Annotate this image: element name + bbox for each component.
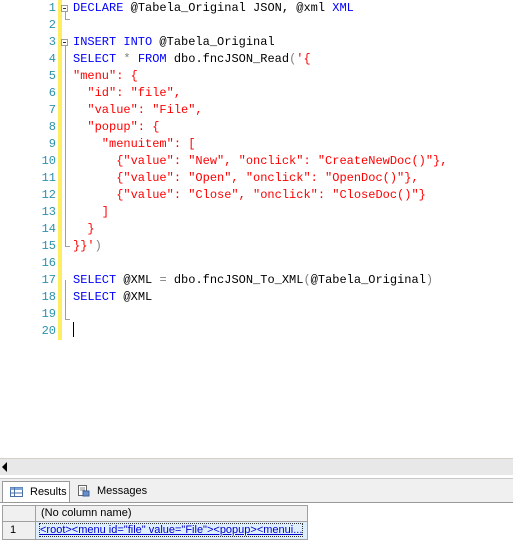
code-line: SELECT @XML = dbo.fncJSON_To_XML(@Tabela… xyxy=(73,272,433,289)
code-line: SELECT @XML xyxy=(73,289,152,306)
string-literal: '{ xyxy=(296,52,311,66)
operator: ( xyxy=(303,273,311,287)
column-header[interactable]: (No column name) xyxy=(36,505,308,522)
collapse-icon[interactable] xyxy=(61,39,68,46)
outline-line xyxy=(65,46,66,246)
code-text: @XML xyxy=(116,290,153,304)
line-number: 5 xyxy=(48,69,56,83)
line-number: 4 xyxy=(48,52,56,66)
line-number-gutter: 1 2 3 4 5 6 7 8 9 10 11 12 13 14 15 16 1… xyxy=(0,0,58,458)
code-line: }}') xyxy=(73,238,102,255)
grid-icon xyxy=(10,487,23,497)
code-text: @Tabela_Original xyxy=(152,35,275,49)
collapse-icon[interactable] xyxy=(61,5,68,12)
line-number: 18 xyxy=(41,290,56,304)
line-number: 12 xyxy=(41,188,56,202)
outline-end xyxy=(65,319,70,320)
line-number: 15 xyxy=(41,239,56,253)
line-number: 11 xyxy=(41,171,56,185)
code-text: @Tabela_Original JSON, @xml xyxy=(123,1,333,15)
keyword: SELECT xyxy=(73,290,117,304)
keyword: SELECT xyxy=(73,273,117,287)
code-line: INSERT INTO @Tabela_Original xyxy=(73,34,275,51)
string-line: "id": "file", xyxy=(73,86,182,100)
messages-icon xyxy=(78,485,90,497)
string-line: } xyxy=(73,222,95,236)
change-margin xyxy=(58,0,62,340)
code-text: @XML xyxy=(116,273,160,287)
tab-results[interactable]: Results xyxy=(2,481,70,502)
string-line: {"value": "New", "onclick": "CreateNewDo… xyxy=(73,154,448,168)
keyword: INSERT INTO xyxy=(73,35,153,49)
line-number: 3 xyxy=(48,35,56,49)
keyword: SELECT xyxy=(73,52,117,66)
line-number: 6 xyxy=(48,86,56,100)
line-number: 16 xyxy=(41,256,56,270)
code-line: DECLARE @Tabela_Original JSON, @xml XML xyxy=(73,0,354,17)
line-number: 13 xyxy=(41,205,56,219)
string-line: "value": "File", xyxy=(73,103,203,117)
line-number: 17 xyxy=(41,273,56,287)
sql-editor[interactable]: 1 2 3 4 5 6 7 8 9 10 11 12 13 14 15 16 1… xyxy=(0,0,513,458)
outline-end xyxy=(65,246,70,247)
keyword: FROM xyxy=(137,52,167,66)
scroll-left-icon[interactable] xyxy=(2,462,7,472)
operator: = xyxy=(159,273,167,287)
line-number: 2 xyxy=(48,18,56,32)
string-line: {"value": "Close", "onclick": "CloseDoc(… xyxy=(73,188,426,202)
tab-label: Messages xyxy=(97,485,148,497)
operator: * xyxy=(116,52,138,66)
operator: ) xyxy=(94,239,102,253)
string-line: "popup": { xyxy=(73,120,160,134)
string-line: ] xyxy=(73,205,110,219)
xml-link[interactable]: <root><menu id="file" value="File"><popu… xyxy=(38,523,304,537)
line-number: 9 xyxy=(48,137,56,151)
string-literal: }}' xyxy=(73,239,95,253)
keyword: DECLARE xyxy=(73,1,124,15)
line-number: 7 xyxy=(48,103,56,117)
results-tab-strip: Results Messages xyxy=(0,478,513,503)
text-caret xyxy=(73,322,74,337)
operator: ) xyxy=(425,273,434,287)
results-grid-area: (No column name) 1 <root><menu id="file"… xyxy=(0,502,513,558)
line-number: 1 xyxy=(48,1,56,15)
outline-line xyxy=(65,280,66,320)
line-number: 14 xyxy=(41,222,56,236)
tab-messages[interactable]: Messages xyxy=(70,481,150,501)
line-number: 19 xyxy=(41,307,56,321)
tab-label: Results xyxy=(30,486,67,498)
string-line: {"value": "Open", "onclick": "OpenDoc()"… xyxy=(73,171,419,185)
code-text: @Tabela_Original xyxy=(310,273,426,287)
line-number: 20 xyxy=(41,324,56,338)
keyword: XML xyxy=(332,1,354,15)
string-line: "menu": { xyxy=(73,69,138,83)
code-text: dbo.fncJSON_Read xyxy=(166,52,290,66)
code-text: dbo.fncJSON_To_XML xyxy=(166,273,304,287)
code-line: SELECT * FROM dbo.fncJSON_Read('{ xyxy=(73,51,311,68)
row-header[interactable]: 1 xyxy=(2,522,36,540)
grid-corner[interactable] xyxy=(2,505,36,522)
result-cell[interactable]: <root><menu id="file" value="File"><popu… xyxy=(36,522,308,540)
line-number: 10 xyxy=(41,154,56,168)
outline-end xyxy=(65,19,70,20)
horizontal-scrollbar[interactable] xyxy=(0,458,513,475)
string-line: "menuitem": [ xyxy=(73,137,196,151)
line-number: 8 xyxy=(48,120,56,134)
